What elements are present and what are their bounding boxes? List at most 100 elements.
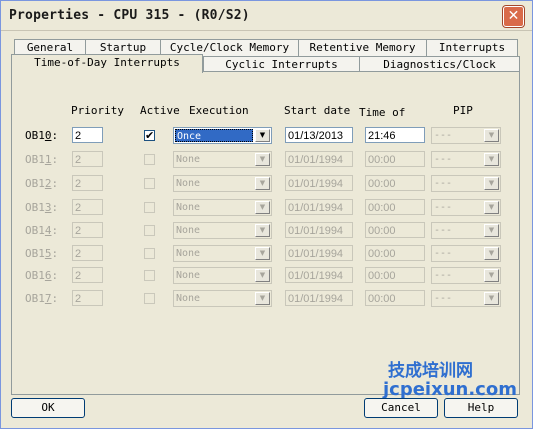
chevron-down-icon[interactable]: ▼ — [484, 269, 499, 282]
time-field[interactable]: 00:00 — [365, 175, 425, 191]
pip-value: --- — [434, 270, 453, 281]
chevron-down-icon[interactable]: ▼ — [484, 292, 499, 305]
chevron-down-icon[interactable]: ▼ — [255, 247, 270, 260]
active-checkbox[interactable] — [144, 202, 155, 213]
ob-label: OB12: — [25, 177, 59, 190]
execution-dropdown[interactable]: None ▼ — [173, 151, 272, 168]
start-date-field[interactable]: 01/01/1994 — [285, 267, 353, 283]
execution-value: None — [176, 178, 201, 189]
ob-label-digit: 4 — [44, 224, 52, 237]
chevron-down-icon[interactable]: ▼ — [255, 224, 270, 237]
execution-dropdown[interactable]: None ▼ — [173, 290, 272, 307]
start-date-field[interactable]: 01/13/2013 — [285, 127, 353, 143]
chevron-down-icon[interactable]: ▼ — [255, 153, 270, 166]
chevron-down-icon[interactable]: ▼ — [484, 129, 499, 142]
tab-time-of-day-interrupts[interactable]: Time-of-Day Interrupts — [11, 54, 203, 73]
ok-button[interactable]: OK — [11, 398, 85, 418]
execution-dropdown[interactable]: None ▼ — [173, 245, 272, 262]
ob-label-digit: 2 — [44, 177, 52, 190]
start-date-field[interactable]: 01/01/1994 — [285, 222, 353, 238]
execution-dropdown[interactable]: None ▼ — [173, 199, 272, 216]
chevron-down-icon[interactable]: ▼ — [255, 177, 270, 190]
ob-label-prefix: OB1 — [25, 177, 45, 190]
ob-label-prefix: OB1 — [25, 224, 45, 237]
start-date-field[interactable]: 01/01/1994 — [285, 199, 353, 215]
ob-label-prefix: OB1 — [25, 269, 45, 282]
priority-field[interactable]: 2 — [72, 245, 103, 261]
start-date-field[interactable]: 01/01/1994 — [285, 151, 353, 167]
pip-dropdown[interactable]: --- ▼ — [431, 175, 501, 192]
chevron-down-icon[interactable]: ▼ — [255, 129, 270, 142]
priority-field[interactable]: 2 — [72, 199, 103, 215]
chevron-down-icon[interactable]: ▼ — [484, 247, 499, 260]
ob-label-digit: 3 — [44, 201, 52, 214]
pip-dropdown[interactable]: --- ▼ — [431, 199, 501, 216]
priority-field[interactable]: 2 — [72, 127, 103, 143]
active-checkbox[interactable] — [144, 154, 155, 165]
ob-label-digit: 0 — [44, 129, 52, 142]
active-checkbox[interactable] — [144, 225, 155, 236]
chevron-down-icon[interactable]: ▼ — [484, 201, 499, 214]
chevron-down-icon[interactable]: ▼ — [484, 177, 499, 190]
execution-value: None — [176, 202, 201, 213]
ob-label-digit: 5 — [44, 247, 52, 260]
start-date-field[interactable]: 01/01/1994 — [285, 175, 353, 191]
pip-value: --- — [434, 248, 453, 259]
tab-retentive-memory[interactable]: Retentive Memory — [298, 39, 427, 56]
active-checkbox[interactable] — [144, 293, 155, 304]
priority-field[interactable]: 2 — [72, 290, 103, 306]
start-date-field[interactable]: 01/01/1994 — [285, 290, 353, 306]
pip-dropdown[interactable]: --- ▼ — [431, 127, 501, 144]
ob-label-digit: 6 — [44, 269, 52, 282]
help-button[interactable]: Help — [444, 398, 518, 418]
ob-label-prefix: OB1 — [25, 247, 45, 260]
ob-label-prefix: OB1 — [25, 201, 45, 214]
ob-label: OB13: — [25, 201, 59, 214]
chevron-down-icon[interactable]: ▼ — [255, 269, 270, 282]
active-checkbox[interactable] — [144, 178, 155, 189]
execution-value: None — [176, 225, 201, 236]
watermark-line2: jcpeixun.com — [383, 379, 517, 400]
active-checkbox[interactable] — [144, 248, 155, 259]
pip-dropdown[interactable]: --- ▼ — [431, 222, 501, 239]
header-priority: Priority — [71, 104, 124, 117]
time-field[interactable]: 00:00 — [365, 290, 425, 306]
chevron-down-icon[interactable]: ▼ — [255, 201, 270, 214]
execution-dropdown[interactable]: Once ▼ — [173, 127, 272, 144]
priority-field[interactable]: 2 — [72, 267, 103, 283]
chevron-down-icon[interactable]: ▼ — [255, 292, 270, 305]
priority-field[interactable]: 2 — [72, 175, 103, 191]
active-checkbox[interactable] — [144, 270, 155, 281]
execution-dropdown[interactable]: None ▼ — [173, 267, 272, 284]
close-icon[interactable]: ✕ — [503, 6, 524, 27]
pip-dropdown[interactable]: --- ▼ — [431, 267, 501, 284]
priority-field[interactable]: 2 — [72, 151, 103, 167]
pip-value: --- — [434, 202, 453, 213]
pip-value: --- — [434, 178, 453, 189]
active-checkbox[interactable]: ✔ — [144, 130, 155, 141]
ob-label: OB10: — [25, 129, 59, 142]
header-pip: PIP — [453, 104, 473, 117]
time-field[interactable]: 21:46 — [365, 127, 425, 143]
pip-dropdown[interactable]: --- ▼ — [431, 290, 501, 307]
execution-value: None — [176, 154, 201, 165]
time-field[interactable]: 00:00 — [365, 199, 425, 215]
pip-value: --- — [434, 154, 453, 165]
time-field[interactable]: 00:00 — [365, 151, 425, 167]
pip-dropdown[interactable]: --- ▼ — [431, 245, 501, 262]
time-field[interactable]: 00:00 — [365, 245, 425, 261]
tab-interrupts[interactable]: Interrupts — [426, 39, 518, 56]
ob-label-prefix: OB1 — [25, 153, 45, 166]
priority-field[interactable]: 2 — [72, 222, 103, 238]
start-date-field[interactable]: 01/01/1994 — [285, 245, 353, 261]
cancel-button[interactable]: Cancel — [364, 398, 438, 418]
chevron-down-icon[interactable]: ▼ — [484, 153, 499, 166]
ob-label-digit: 1 — [44, 153, 52, 166]
watermark-line1: 技成培训网 — [388, 361, 473, 381]
execution-dropdown[interactable]: None ▼ — [173, 222, 272, 239]
time-field[interactable]: 00:00 — [365, 222, 425, 238]
time-field[interactable]: 00:00 — [365, 267, 425, 283]
chevron-down-icon[interactable]: ▼ — [484, 224, 499, 237]
execution-dropdown[interactable]: None ▼ — [173, 175, 272, 192]
pip-dropdown[interactable]: --- ▼ — [431, 151, 501, 168]
